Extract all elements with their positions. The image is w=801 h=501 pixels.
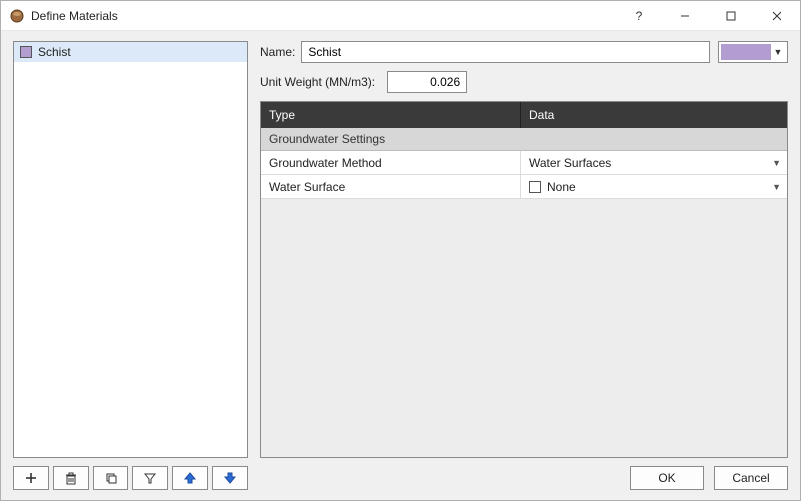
row-value-dropdown[interactable]: Water Surfaces ▼ [521,151,787,174]
color-chip [721,44,771,60]
unit-weight-label: Unit Weight (MN/m3): [260,75,375,89]
left-panel: Schist [13,41,248,490]
property-grid: Type Data Groundwater Settings Groundwat… [260,101,788,458]
checkbox-icon[interactable] [529,181,541,193]
material-name: Schist [38,45,71,59]
filter-button[interactable] [132,466,168,490]
chevron-down-icon: ▼ [772,182,781,192]
client-area: Schist [1,31,800,500]
copy-button[interactable] [93,466,129,490]
name-label: Name: [260,45,295,59]
row-key: Groundwater Method [261,151,521,174]
app-icon [9,8,25,24]
move-up-button[interactable] [172,466,208,490]
list-item[interactable]: Schist [14,42,247,62]
right-panel: Name: ▼ Unit Weight (MN/m3): Type Data G… [260,41,788,490]
row-value-text: Water Surfaces [529,156,611,170]
chevron-down-icon: ▼ [771,47,785,57]
list-toolbar [13,466,248,490]
unit-weight-row: Unit Weight (MN/m3): [260,71,788,93]
name-input[interactable] [301,41,710,63]
grid-header: Type Data [261,102,787,128]
move-down-button[interactable] [212,466,248,490]
dialog-footer: OK Cancel [260,466,788,490]
row-value-dropdown[interactable]: None ▼ [521,175,787,198]
minimize-button[interactable] [662,1,708,31]
header-type: Type [261,102,521,128]
add-button[interactable] [13,466,49,490]
material-swatch-icon [20,46,32,58]
unit-weight-input[interactable] [387,71,467,93]
row-groundwater-method[interactable]: Groundwater Method Water Surfaces ▼ [261,151,787,175]
row-key: Water Surface [261,175,521,198]
name-row: Name: ▼ [260,41,788,63]
define-materials-dialog: Define Materials ? Schist [0,0,801,501]
header-data: Data [521,102,787,128]
row-water-surface[interactable]: Water Surface None ▼ [261,175,787,199]
close-button[interactable] [754,1,800,31]
delete-button[interactable] [53,466,89,490]
chevron-down-icon: ▼ [772,158,781,168]
materials-list[interactable]: Schist [13,41,248,458]
window-title: Define Materials [31,9,118,23]
row-value-text: None [547,180,576,194]
maximize-button[interactable] [708,1,754,31]
help-button[interactable]: ? [616,1,662,31]
color-picker-button[interactable]: ▼ [718,41,788,63]
cancel-button[interactable]: Cancel [714,466,788,490]
ok-button[interactable]: OK [630,466,704,490]
titlebar: Define Materials ? [1,1,800,31]
group-groundwater[interactable]: Groundwater Settings [261,128,787,151]
